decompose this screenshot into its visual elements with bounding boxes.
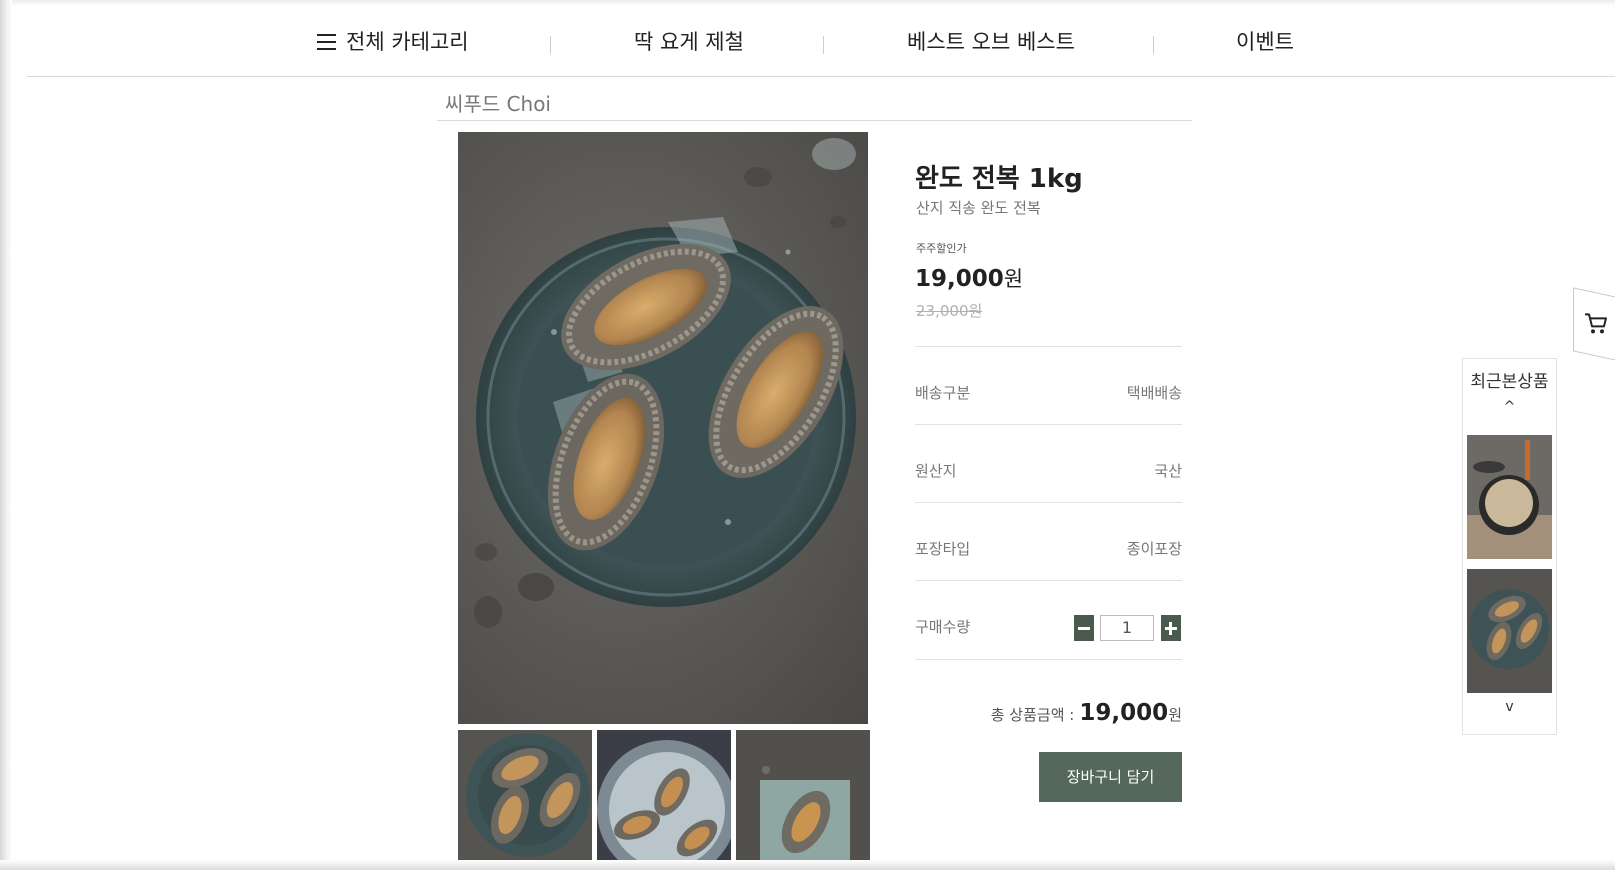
top-nav: 전체 카테고리 딱 요게 제철 베스트 오브 베스트 이벤트 (27, 16, 1615, 77)
spec-row-quantity: 구매수량 (915, 580, 1182, 660)
nav-best[interactable]: 베스트 오브 베스트 (907, 26, 1075, 56)
sale-price: 19,000원 (915, 263, 1023, 293)
minus-icon (1078, 627, 1090, 630)
spec-row-shipping: 배송구분 택배배송 (915, 346, 1182, 425)
product-thumbnail[interactable] (597, 730, 731, 860)
product-thumbnail[interactable] (736, 730, 870, 860)
recently-viewed-panel: 최근본상품 ^ v (1462, 358, 1557, 735)
product-thumbnail[interactable] (458, 730, 592, 860)
quantity-label: 구매수량 (915, 618, 971, 636)
spec-row-packaging: 포장타입 종이포장 (915, 502, 1182, 581)
quantity-increase-button[interactable] (1161, 615, 1181, 641)
total-price: 총 상품금액 : 19,000원 (991, 700, 1182, 726)
hamburger-icon (317, 34, 336, 50)
cart-icon (1585, 313, 1607, 334)
spec-value: 택배배송 (1126, 384, 1182, 402)
nav-divider (550, 36, 551, 54)
recent-item[interactable] (1467, 569, 1552, 693)
floating-cart-button[interactable] (1573, 287, 1615, 361)
recent-item[interactable] (1467, 435, 1552, 559)
nav-all-categories[interactable]: 전체 카테고리 (317, 26, 469, 56)
total-price-unit: 원 (1168, 706, 1182, 724)
spec-key: 배송구분 (915, 384, 971, 402)
nav-divider (823, 36, 824, 54)
quantity-decrease-button[interactable] (1074, 615, 1094, 641)
price-label: 주주할인가 (916, 242, 967, 255)
product-title: 완도 전복 1kg (915, 164, 1083, 194)
nav-divider (1153, 36, 1154, 54)
nav-seasonal[interactable]: 딱 요게 제철 (634, 26, 744, 56)
nav-all-categories-label: 전체 카테고리 (346, 30, 469, 54)
original-price: 23,000원 (916, 302, 983, 320)
spec-value: 종이포장 (1126, 540, 1182, 558)
sale-price-value: 19,000 (915, 266, 1004, 292)
total-price-label: 총 상품금액 : (990, 706, 1075, 724)
spec-value: 국산 (1154, 462, 1182, 480)
total-price-value: 19,000 (1079, 700, 1169, 726)
quantity-stepper (1074, 613, 1182, 641)
spec-key: 원산지 (915, 462, 957, 480)
recent-scroll-down-button[interactable]: v (1463, 699, 1556, 715)
breadcrumb-label[interactable]: 씨푸드 Choi (445, 88, 551, 117)
spec-key: 포장타입 (915, 540, 971, 558)
sale-price-unit: 원 (1003, 267, 1024, 291)
nav-event[interactable]: 이벤트 (1236, 26, 1294, 56)
recently-viewed-title: 최근본상품 (1470, 372, 1549, 392)
add-to-cart-button[interactable]: 장바구니 담기 (1039, 752, 1182, 802)
quantity-input[interactable] (1100, 615, 1154, 641)
breadcrumb: 씨푸드 Choi (437, 82, 1192, 121)
product-main-image (458, 132, 868, 724)
spec-row-origin: 원산지 국산 (915, 424, 1182, 503)
product-subtitle: 산지 직송 완도 전복 (916, 199, 1041, 217)
recent-scroll-up-button[interactable]: ^ (1463, 399, 1556, 415)
